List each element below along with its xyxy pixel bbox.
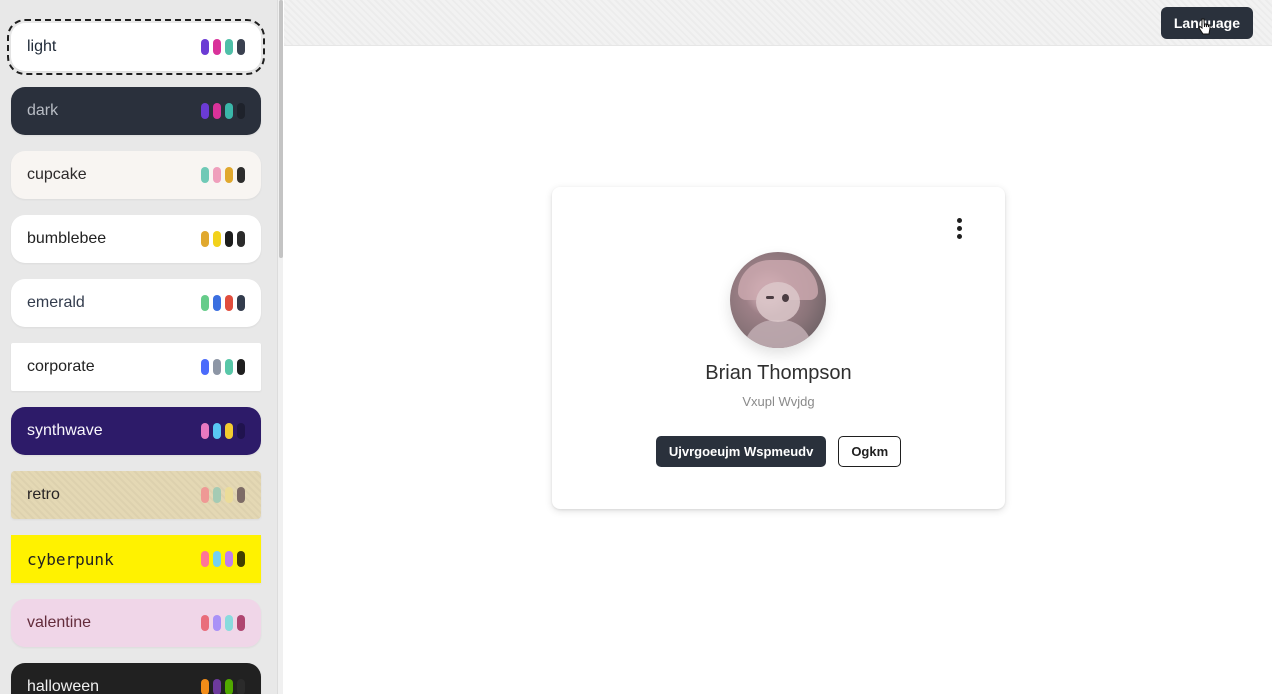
color-swatch [237,359,245,375]
color-swatch [213,359,221,375]
color-swatch [237,231,245,247]
color-swatch [213,167,221,183]
color-swatch [225,615,233,631]
theme-color-swatches [201,679,245,694]
theme-option-label: valentine [27,614,92,631]
profile-card: Brian Thompson Vxupl Wvjdg Ujvrgoeujm Ws… [552,187,1005,509]
profile-name: Brian Thompson [705,362,852,384]
theme-option-halloween[interactable]: halloween [11,663,261,694]
color-swatch [225,39,233,55]
theme-option-label: halloween [27,678,100,694]
card-actions: Ujvrgoeujm Wspmeudv Ogkm [552,436,1005,467]
color-swatch [213,551,221,567]
color-swatch [201,39,209,55]
color-swatch [201,359,209,375]
theme-color-swatches [201,295,245,311]
color-swatch [213,423,221,439]
color-swatch [225,231,233,247]
sidebar-scrollbar[interactable] [277,0,283,694]
theme-color-swatches [201,487,245,503]
theme-option-light[interactable]: light [7,19,265,75]
color-swatch [201,103,209,119]
color-swatch [213,615,221,631]
theme-option-label: dark [27,102,59,119]
theme-option-label: cupcake [27,166,87,183]
color-swatch [225,359,233,375]
avatar [730,252,826,348]
pointer-cursor-icon [1198,18,1211,35]
profile-subtitle: Vxupl Wvjdg [742,394,815,409]
theme-color-swatches [201,39,245,55]
color-swatch [237,423,245,439]
color-swatch [201,487,209,503]
primary-action-button[interactable]: Ujvrgoeujm Wspmeudv [655,436,827,467]
color-swatch [225,551,233,567]
theme-option-label: emerald [27,294,85,311]
color-swatch [237,103,245,119]
theme-color-swatches [201,551,245,567]
theme-option-dark[interactable]: dark [11,87,261,135]
theme-color-swatches [201,103,245,119]
color-swatch [201,679,209,694]
theme-option-label: cyberpunk [27,549,114,569]
scrollbar-thumb[interactable] [279,0,283,258]
color-swatch [225,487,233,503]
theme-option-synthwave[interactable]: synthwave [11,407,261,455]
theme-option-cupcake[interactable]: cupcake [11,151,261,199]
color-swatch [213,295,221,311]
color-swatch [225,103,233,119]
theme-color-swatches [201,231,245,247]
theme-option-label: retro [27,486,60,503]
theme-color-swatches [201,423,245,439]
color-swatch [237,295,245,311]
theme-option-retro[interactable]: retro [11,471,261,519]
color-swatch [237,679,245,694]
color-swatch [237,167,245,183]
color-swatch [213,487,221,503]
color-swatch [213,231,221,247]
theme-option-label: light [27,38,57,55]
theme-option-cyberpunk[interactable]: cyberpunk [11,535,261,583]
color-swatch [201,615,209,631]
color-swatch [225,295,233,311]
color-swatch [213,679,221,694]
theme-option-emerald[interactable]: emerald [11,279,261,327]
theme-option-bumblebee[interactable]: bumblebee [11,215,261,263]
color-swatch [237,615,245,631]
color-swatch [225,679,233,694]
theme-option-valentine[interactable]: valentine [11,599,261,647]
color-swatch [237,487,245,503]
color-swatch [201,423,209,439]
color-swatch [213,103,221,119]
secondary-action-button[interactable]: Ogkm [838,436,902,467]
color-swatch [225,423,233,439]
theme-option-label: bumblebee [27,230,107,247]
theme-color-swatches [201,167,245,183]
color-swatch [201,551,209,567]
theme-sidebar: light dark cupcake bumblebee emerald corporat… [0,0,277,694]
color-swatch [201,167,209,183]
color-swatch [213,39,221,55]
more-options-icon[interactable] [950,215,968,241]
color-swatch [225,167,233,183]
theme-option-corporate[interactable]: corporate [11,343,261,391]
theme-color-swatches [201,615,245,631]
color-swatch [201,231,209,247]
theme-option-label: corporate [27,358,95,375]
topbar: Language [284,0,1272,46]
color-swatch [201,295,209,311]
color-swatch [237,39,245,55]
color-swatch [237,551,245,567]
theme-option-label: synthwave [27,422,103,439]
theme-color-swatches [201,359,245,375]
